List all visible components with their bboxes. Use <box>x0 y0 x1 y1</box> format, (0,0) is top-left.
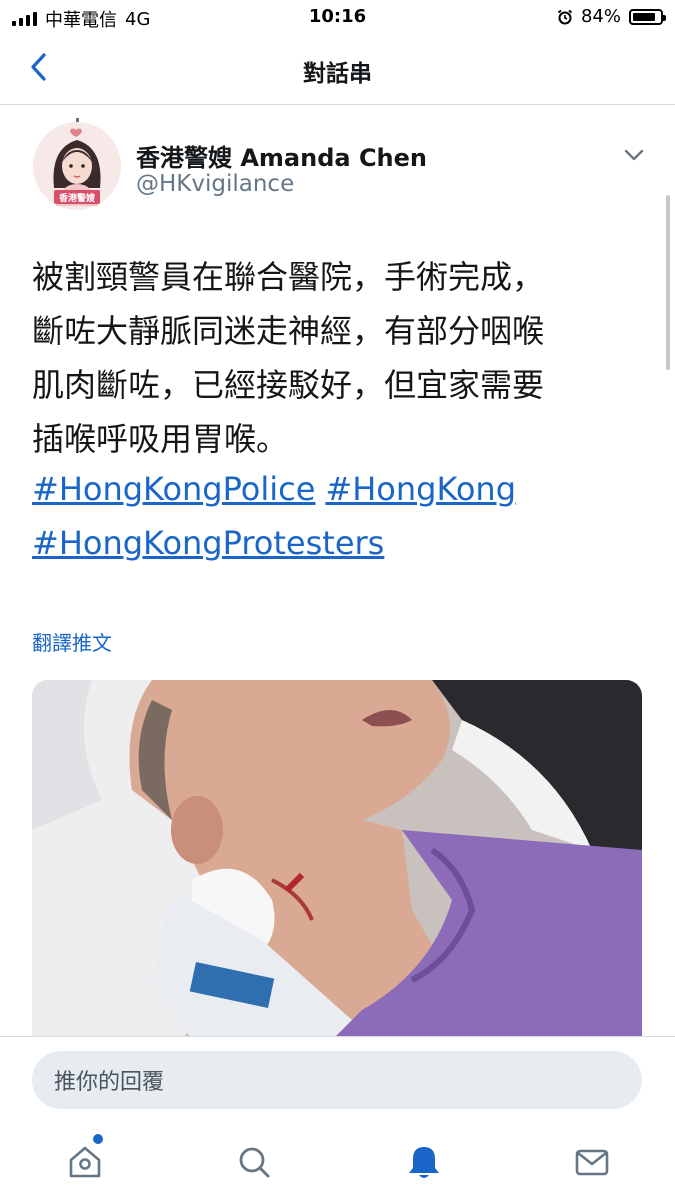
tweet-text-line: 被割頸警員在聯合醫院，手術完成， <box>32 258 545 296</box>
hashtag-link[interactable]: #HongKongPolice <box>32 470 315 508</box>
hashtag-link[interactable]: #HongKongProtesters <box>32 524 384 562</box>
tweet-photo[interactable] <box>32 680 642 1040</box>
chevron-down-icon[interactable] <box>620 142 648 168</box>
tab-search[interactable] <box>232 1140 276 1184</box>
tab-messages[interactable] <box>570 1140 614 1184</box>
tab-home[interactable] <box>63 1140 107 1184</box>
tweet-text-line: 肌肉斷咗，已經接駁好，但宜家需要 <box>32 366 545 404</box>
page-title: 對話串 <box>303 61 372 87</box>
home-icon <box>69 1146 101 1178</box>
status-bar: 中華電信 4G 10:16 84% <box>0 0 675 34</box>
bell-icon <box>409 1147 439 1178</box>
scrollbar[interactable] <box>666 195 670 370</box>
mail-icon <box>575 1149 609 1176</box>
tweet-text-line: 斷咗大靜脈同迷走神經，有部分咽喉 <box>32 312 545 350</box>
status-right: 84% <box>557 6 666 27</box>
reply-bar: 推你的回覆 <box>0 1036 675 1127</box>
tweet-text-line: 插喉呼吸用胃喉。 <box>32 420 289 458</box>
hashtag-link[interactable]: #HongKong <box>325 470 516 508</box>
author-name[interactable]: 香港警嫂 Amanda Chen <box>136 138 427 173</box>
battery-percent: 84% <box>580 6 621 27</box>
author-handle[interactable]: @HKvigilance <box>136 171 294 197</box>
reply-input[interactable]: 推你的回覆 <box>32 1051 642 1109</box>
tab-notifications[interactable] <box>402 1140 446 1184</box>
photo-image <box>32 680 642 1040</box>
search-icon <box>239 1147 270 1178</box>
hashtag-list: #HongKongPolice #HongKong #HongKongProtes… <box>32 462 647 570</box>
battery-icon <box>629 8 666 25</box>
battery-fill <box>633 12 655 21</box>
nav-header: 對話串 <box>0 34 675 105</box>
translate-tweet-link[interactable]: 翻譯推文 <box>32 627 112 656</box>
notification-dot <box>93 1134 103 1144</box>
tweet-text: 被割頸警員在聯合醫院，手術完成， 斷咗大靜脈同迷走神經，有部分咽喉 肌肉斷咗，已… <box>32 250 647 466</box>
avatar[interactable]: 香港警嫂 <box>32 118 122 210</box>
avatar-badge-text: 香港警嫂 <box>58 194 95 204</box>
alarm-icon <box>557 9 573 24</box>
